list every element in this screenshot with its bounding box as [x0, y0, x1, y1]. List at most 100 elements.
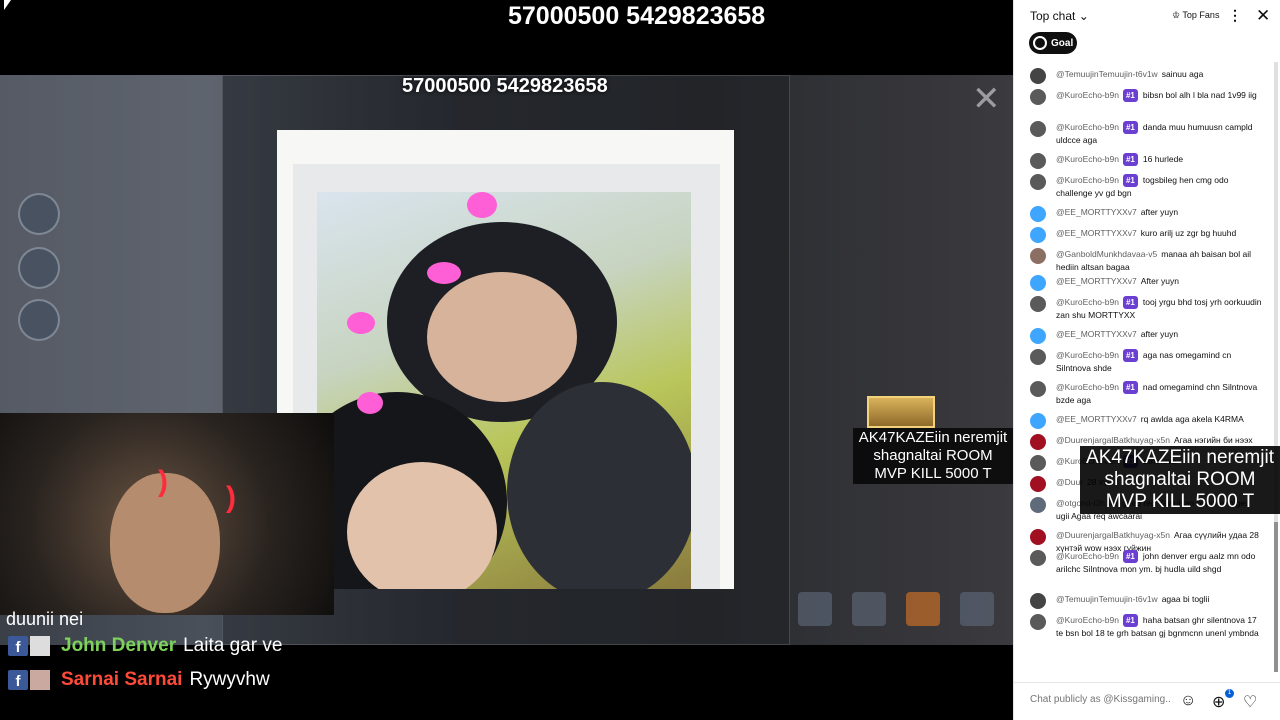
duck-icon [906, 592, 940, 626]
avatar[interactable] [1030, 593, 1046, 609]
avatar[interactable] [1030, 121, 1046, 137]
top-fans-button[interactable]: ♔ Top Fans [1172, 10, 1219, 21]
chat-message: @KuroEcho-b9n #1 aga nas omegamind cn Siln… [1014, 349, 1273, 375]
chat-author[interactable]: @TemuujinTemuujin-t6v1w [1056, 594, 1158, 604]
chat-message: @KuroEcho-b9n #1 16 hurlede [1014, 153, 1273, 169]
chat-author[interactable]: @DuurenjargalBatkhuyag-x5n [1056, 435, 1170, 445]
chat-author[interactable]: @DuurenjargalBatkhuyag-x5n [1056, 530, 1170, 540]
chat-input[interactable] [1030, 694, 1170, 705]
chat-message: @EE_MORTTYXXv7 rq awlda aga akela K4RMA [1014, 413, 1273, 429]
avatar[interactable] [1030, 434, 1046, 450]
more-options-icon[interactable]: ⋮ [1228, 7, 1242, 24]
facebook-icon: f [8, 636, 28, 656]
promo-emblem [867, 396, 935, 428]
avatar[interactable] [1030, 248, 1046, 264]
avatar[interactable] [1030, 153, 1046, 169]
chat-author[interactable]: @KuroEcho-b9n [1056, 382, 1119, 392]
chat-author[interactable]: @TemuujinTemuujin-t6v1w [1056, 69, 1158, 79]
chat-author[interactable]: @EE_MORTTYXXv7 [1056, 207, 1137, 217]
chat-message-list[interactable]: @TemuujinTemuujin-t6v1w sainuu aga @KuroEc… [1014, 62, 1273, 682]
live-chat-panel: Top chat ⌄ ♔ Top Fans ⋮ ✕ Goal @Temuujin… [1013, 0, 1280, 720]
promo-overlay-left: AK47KAZEiin neremjit shagnaltai ROOM MVP… [853, 428, 1013, 484]
avatar[interactable] [1030, 497, 1046, 513]
scrollbar-thumb[interactable] [1274, 522, 1278, 672]
scrollbar[interactable] [1274, 62, 1278, 672]
chat-message: @KuroEcho-b9n #1 bibsn bol alh l bla nad 1… [1014, 89, 1273, 105]
top-fan-badge: #1 [1122, 153, 1138, 166]
chat-message-text: sainuu aga [1161, 69, 1204, 79]
chat-author[interactable]: @KuroEcho-b9n [1056, 615, 1119, 625]
super-chat-icon[interactable]: ⊕ [1212, 692, 1225, 712]
clock-icon [18, 193, 60, 235]
chat-mode-label: Top chat [1030, 9, 1076, 23]
mouse-cursor [4, 0, 11, 10]
polaroid-frame [277, 130, 734, 589]
avatar[interactable] [1030, 413, 1046, 429]
chat-message: @KuroEcho-b9n #1 danda muu humuusn campld … [1014, 121, 1273, 147]
avatar[interactable] [1030, 614, 1046, 630]
couple-photo [317, 192, 691, 589]
avatar[interactable] [1030, 349, 1046, 365]
promo-overlay-right: AK47KAZEiin neremjit shagnaltai ROOM MVP… [1080, 446, 1280, 514]
promo-line: MVP KILL 5000 T [1105, 491, 1255, 512]
devil-horn-icon: ) [158, 465, 168, 498]
avatar[interactable] [1030, 328, 1046, 344]
goal-icon [1033, 36, 1047, 50]
chat-message: @TemuujinTemuujin-t6v1w sainuu aga [1014, 68, 1273, 84]
fb-chat-row: f Sarnai Sarnai Rywyvhw [0, 664, 334, 696]
chat-author[interactable]: @KuroEcho-b9n [1056, 175, 1119, 185]
chat-author[interactable]: @EE_MORTTYXXv7 [1056, 228, 1137, 238]
facebook-chat-overlay: duunii nei f John Denver Laita gar ve f … [0, 608, 334, 696]
stream-video[interactable]: ✕ 57000500 5429823658 57000500 542982365… [0, 0, 1013, 720]
stream-title-top: 57000500 5429823658 [508, 2, 766, 30]
avatar[interactable] [1030, 89, 1046, 105]
chat-author[interactable]: @EE_MORTTYXXv7 [1056, 276, 1137, 286]
chat-message-text: rq awlda aga akela K4RMA [1140, 414, 1244, 424]
chat-author[interactable]: @KuroEcho-b9n [1056, 154, 1119, 164]
avatar[interactable] [1030, 206, 1046, 222]
fb-author: John Denver [61, 635, 177, 656]
chat-author[interactable]: @KuroEcho-b9n [1056, 297, 1119, 307]
avatar[interactable] [1030, 68, 1046, 84]
top-fan-badge: #1 [1122, 349, 1138, 362]
chat-author[interactable]: @KuroEcho-b9n [1056, 90, 1119, 100]
chat-header: Top chat ⌄ ♔ Top Fans ⋮ ✕ [1014, 0, 1280, 33]
avatar[interactable] [1030, 550, 1046, 566]
chat-author[interactable]: @EE_MORTTYXXv7 [1056, 414, 1137, 424]
promo-line: shagnaltai ROOM [873, 447, 993, 464]
chevron-down-icon: ⌄ [1078, 9, 1089, 23]
chat-author[interactable]: @GanboldMunkhdavaa-v5 [1056, 249, 1157, 259]
chat-author[interactable]: @KuroEcho-b9n [1056, 350, 1119, 360]
avatar[interactable] [1030, 476, 1046, 492]
close-icon[interactable]: ✕ [1256, 6, 1270, 26]
chat-message: @EE_MORTTYXXv7 after yuyn [1014, 328, 1273, 344]
chat-message-text: after yuyn [1140, 207, 1179, 217]
chat-message-text: Агаа нэгийн би нээх [1174, 435, 1253, 445]
fb-message: Laita gar ve [183, 635, 283, 656]
emoji-icon[interactable]: ☺ [1180, 692, 1196, 710]
heart-icon[interactable]: ♡ [1243, 692, 1257, 712]
chat-author[interactable]: @KuroEcho-b9n [1056, 122, 1119, 132]
avatar[interactable] [1030, 174, 1046, 190]
top-fan-badge: #1 [1122, 550, 1138, 563]
crown-icon: ♔ [1172, 10, 1181, 20]
chat-author[interactable]: @KuroEcho-b9n [1056, 551, 1119, 561]
avatar[interactable] [1030, 275, 1046, 291]
top-fan-badge: #1 [1122, 121, 1138, 134]
chat-message-text: 16 hurlede [1142, 154, 1184, 164]
chat-author[interactable]: @Duur [1056, 477, 1083, 487]
avatar[interactable] [1030, 529, 1046, 545]
chat-mode-dropdown[interactable]: Top chat ⌄ [1030, 9, 1089, 23]
chat-message: @EE_MORTTYXXv7 after yuyn [1014, 206, 1273, 222]
chat-author[interactable]: @EE_MORTTYXXv7 [1056, 329, 1137, 339]
chat-message: @KuroEcho-b9n #1 togsbileg hen cmg odo cha… [1014, 174, 1273, 200]
avatar[interactable] [1030, 227, 1046, 243]
top-fan-badge: #1 [1122, 174, 1138, 187]
chat-message: @TemuujinTemuujin-t6v1w agaa bi toglii [1014, 593, 1273, 609]
profile-icon [18, 299, 60, 341]
goal-button[interactable]: Goal [1029, 32, 1077, 54]
avatar[interactable] [1030, 455, 1046, 471]
chat-message: @KuroEcho-b9n #1 haha batsan ghr silentnov… [1014, 614, 1273, 640]
avatar[interactable] [1030, 296, 1046, 312]
avatar[interactable] [1030, 381, 1046, 397]
